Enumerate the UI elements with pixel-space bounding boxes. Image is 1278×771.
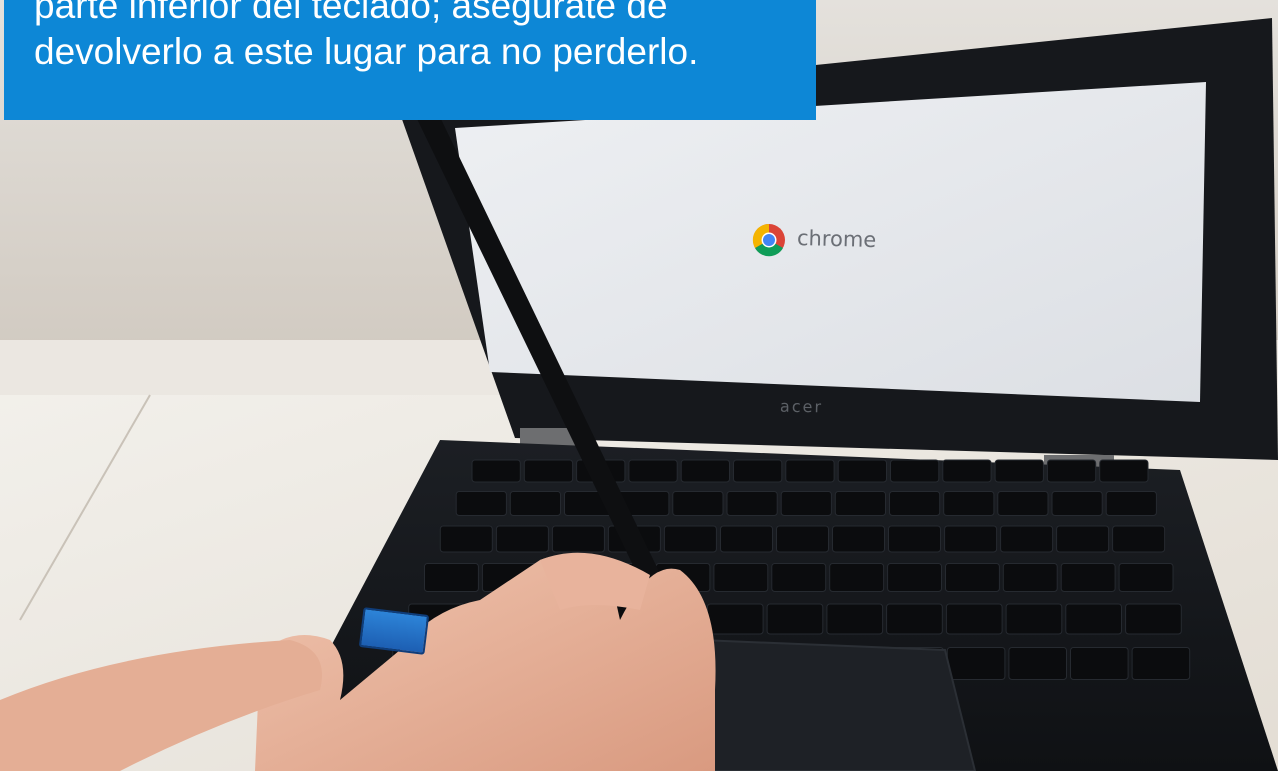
processor-sticker — [358, 607, 430, 655]
keyboard-key — [886, 603, 943, 635]
keyboard-key — [1065, 603, 1123, 635]
keyboard-key — [890, 459, 940, 483]
keyboard-key — [942, 459, 992, 483]
keyboard-key — [672, 491, 724, 516]
keyboard-key — [943, 491, 995, 516]
keyboard-key — [888, 525, 941, 553]
keyboard-key — [726, 491, 778, 516]
keyboard-key — [826, 603, 884, 635]
keyboard-key — [455, 491, 507, 516]
hinge-left — [520, 428, 575, 446]
keyboard-key — [944, 525, 998, 553]
keyboard-key — [1131, 647, 1191, 680]
keyboard-key — [523, 459, 574, 483]
caption-banner: parte inferior del teclado; asegúrate de… — [4, 0, 816, 120]
keyboard-key — [945, 603, 1003, 635]
keyboard-key — [776, 525, 829, 553]
chrome-logo-icon — [752, 223, 785, 257]
keyboard-key — [785, 459, 835, 483]
keyboard-key — [1005, 603, 1063, 635]
keyboard-key — [628, 459, 678, 483]
keyboard-key — [680, 459, 731, 483]
keyboard-key — [495, 525, 549, 553]
keyboard-key — [997, 491, 1049, 516]
keyboard-key — [832, 525, 885, 553]
keyboard-key — [509, 491, 561, 516]
keyboard-key — [1125, 603, 1182, 635]
keyboard-key — [780, 491, 832, 516]
keyboard-key — [1051, 491, 1103, 516]
keyboard-key — [706, 603, 764, 635]
keyboard-key — [713, 563, 769, 592]
caption-line-2: devolverlo a este lugar para no perderlo… — [34, 31, 699, 72]
caption-line-1: parte inferior del teclado; asegúrate de — [34, 0, 668, 26]
keyboard-key — [1105, 491, 1157, 516]
chrome-wordmark: chrome — [796, 225, 877, 253]
keyboard-key — [1046, 459, 1097, 483]
keyboard-key — [1056, 525, 1110, 553]
keyboard-key — [945, 563, 1000, 592]
keyboard-key — [439, 525, 493, 553]
keyboard-key — [887, 563, 942, 592]
keyboard-key — [766, 603, 824, 635]
keyboard-key — [1099, 459, 1149, 483]
keyboard-key — [1112, 525, 1166, 553]
keyboard-key — [994, 459, 1044, 483]
keyboard-key — [1002, 563, 1058, 592]
keyboard-key — [837, 459, 888, 483]
laptop-brand-logo: acer — [779, 396, 824, 417]
keyboard-key — [771, 563, 827, 592]
keyboard-key — [1060, 563, 1116, 592]
keyboard-key — [889, 491, 941, 516]
keyboard-key — [1118, 563, 1174, 592]
keyboard-key — [663, 525, 717, 553]
keyboard-key — [551, 525, 605, 553]
keyboard-key — [829, 563, 885, 592]
keyboard-key — [471, 459, 521, 483]
keyboard-key — [1070, 647, 1129, 680]
keyboard-key — [424, 563, 479, 592]
keyboard-key — [1000, 525, 1054, 553]
keyboard-key — [733, 459, 783, 483]
keyboard-key — [834, 491, 886, 516]
keyboard-key — [1008, 647, 1068, 680]
keyboard-key — [946, 647, 1006, 680]
keyboard-key — [720, 525, 773, 553]
